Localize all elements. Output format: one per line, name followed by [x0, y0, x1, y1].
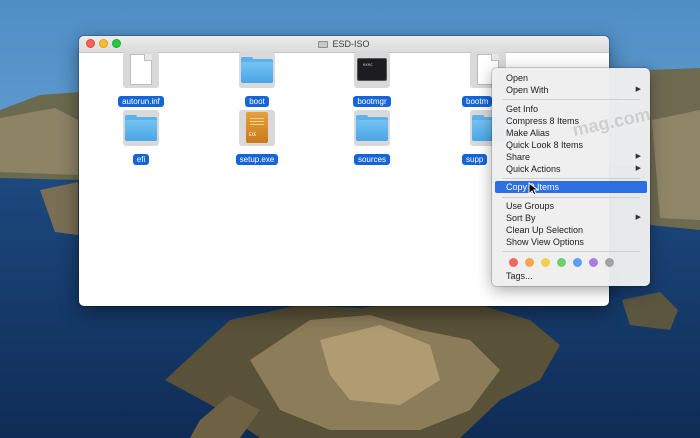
submenu-arrow-icon: ▶: [635, 165, 641, 172]
submenu-arrow-icon: ▶: [635, 214, 641, 221]
tag-yellow-dot[interactable]: [541, 258, 550, 267]
tag-green-dot[interactable]: [557, 258, 566, 267]
context-menu: Open Open With ▶ Get Info Compress 8 Item…: [492, 68, 650, 286]
menu-separator: [502, 178, 640, 179]
menu-separator: [502, 99, 640, 100]
tag-gray-dot[interactable]: [605, 258, 614, 267]
mouse-pointer-icon: [528, 182, 540, 196]
menu-item-clean-up[interactable]: Clean Up Selection: [495, 224, 647, 236]
folder-sources[interactable]: sources: [332, 110, 412, 168]
menu-item-copy[interactable]: Copy 8 Items: [495, 181, 647, 193]
folder-icon: [239, 52, 275, 88]
window-titlebar[interactable]: ESD-ISO: [79, 36, 609, 53]
file-label: supp: [462, 154, 488, 165]
menu-item-view-options[interactable]: Show View Options: [495, 236, 647, 248]
menu-item-open-with[interactable]: Open With ▶: [495, 84, 647, 96]
file-label: boot: [245, 96, 269, 107]
file-autorun-inf[interactable]: autorun.inf: [101, 52, 181, 110]
file-setup-exe[interactable]: EXE setup.exe: [217, 110, 297, 168]
submenu-arrow-icon: ▶: [635, 86, 641, 93]
menu-separator: [502, 251, 640, 252]
tag-blue-dot[interactable]: [573, 258, 582, 267]
exe-icon: EXE: [239, 110, 275, 146]
executable-icon: exec: [354, 52, 390, 88]
file-label: autorun.inf: [118, 96, 164, 107]
menu-item-share[interactable]: Share ▶: [495, 151, 647, 163]
tag-red-dot[interactable]: [509, 258, 518, 267]
document-icon: [123, 52, 159, 88]
tag-orange-dot[interactable]: [525, 258, 534, 267]
window-title: ESD-ISO: [332, 39, 370, 49]
folder-icon: [123, 110, 159, 146]
menu-item-use-groups[interactable]: Use Groups: [495, 200, 647, 212]
tag-purple-dot[interactable]: [589, 258, 598, 267]
menu-item-quick-actions[interactable]: Quick Actions ▶: [495, 163, 647, 175]
menu-item-open[interactable]: Open: [495, 72, 647, 84]
menu-separator: [502, 197, 640, 198]
menu-item-sort-by[interactable]: Sort By ▶: [495, 212, 647, 224]
menu-item-tags[interactable]: Tags...: [495, 270, 647, 282]
folder-icon: [354, 110, 390, 146]
file-label: efi: [132, 154, 150, 165]
file-label: setup.exe: [235, 154, 279, 165]
folder-boot[interactable]: boot: [217, 52, 297, 110]
submenu-arrow-icon: ▶: [635, 153, 641, 160]
folder-efi[interactable]: efi: [101, 110, 181, 168]
file-bootmgr[interactable]: exec bootmgr: [332, 52, 412, 110]
file-label: sources: [353, 154, 390, 165]
menu-item-quick-look[interactable]: Quick Look 8 Items: [495, 139, 647, 151]
disk-icon: [318, 40, 329, 48]
file-label: bootmgr: [353, 96, 391, 107]
file-label: bootm: [462, 96, 493, 107]
